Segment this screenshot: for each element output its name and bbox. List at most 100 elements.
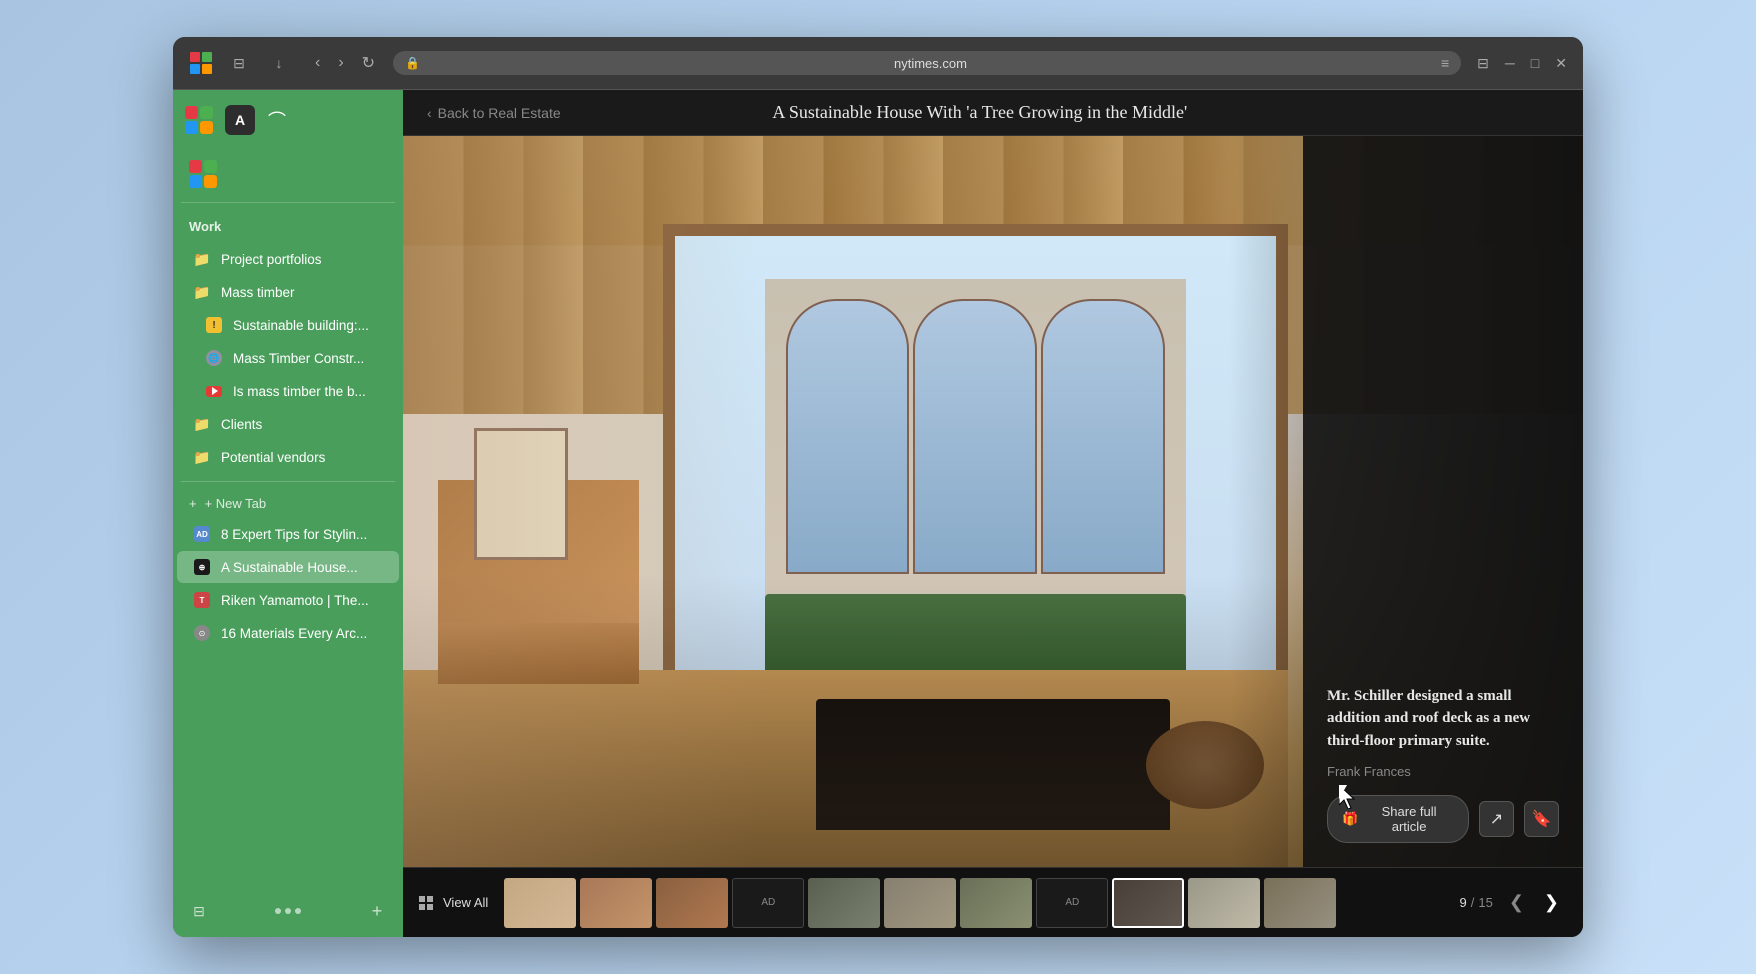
tab-riken-label: Riken Yamamoto | The... (221, 593, 383, 608)
thumbnail-5[interactable] (808, 878, 880, 928)
view-all-button[interactable]: View All (419, 895, 496, 910)
share-label: Share full article (1364, 804, 1454, 834)
reload-button[interactable]: ↻ (356, 51, 381, 75)
sidebar-item-clients-label: Clients (221, 417, 383, 432)
tab-favicon-expert: AD (193, 525, 211, 543)
browser-chrome: ⊟ ↓ ‹ › ↻ 🔒 nytimes.com ≡ ⊟ ─ □ ✕ (173, 37, 1583, 90)
sidebar: A ⌒ Work 📁 (173, 90, 403, 937)
sustainable-building-label: Sustainable building:... (233, 318, 383, 333)
total-pages: 15 (1478, 895, 1492, 910)
close-button[interactable]: ✕ (1551, 51, 1571, 76)
thumbnails-container: AD AD (504, 878, 1451, 928)
image-credit: Frank Frances (1327, 764, 1559, 779)
tab-favicon-riken: T (193, 591, 211, 609)
is-mass-timber-label: Is mass timber the b... (233, 384, 383, 399)
lock-icon: 🔒 (405, 56, 420, 70)
add-tab-footer-button[interactable]: + (359, 893, 395, 929)
sidebar-section-label: Work (173, 215, 403, 242)
back-link[interactable]: ‹ Back to Real Estate (427, 105, 561, 121)
folder-icon-mass-timber: 📁 (193, 283, 211, 301)
thumbnail-2[interactable] (580, 878, 652, 928)
sidebar-footer: ⊟ + (173, 885, 403, 937)
sidebar-item-is-mass-timber[interactable]: Is mass timber the b... (177, 375, 399, 407)
windows-icon[interactable] (185, 47, 217, 79)
sidebar-item-sustainable-building[interactable]: ! Sustainable building:... (177, 309, 399, 341)
sidebar-item-label: Project portfolios (221, 252, 383, 267)
image-caption: Mr. Schiller designed a small addition a… (1327, 685, 1559, 753)
minimize-button[interactable]: ─ (1501, 51, 1519, 76)
youtube-icon (205, 382, 223, 400)
app-icon-rainbow[interactable] (185, 156, 221, 192)
article-title: A Sustainable House With 'a Tree Growing… (772, 102, 1187, 123)
app-icon-arc[interactable]: ⌒ (263, 106, 291, 134)
thumbnail-10[interactable] (1188, 878, 1260, 928)
thumbnail-1[interactable] (504, 878, 576, 928)
download-icon[interactable]: ↓ (261, 45, 297, 81)
sidebar-tab-sustainable-house[interactable]: ⊕ A Sustainable House... (177, 551, 399, 583)
mouse-cursor (1339, 785, 1359, 809)
thumbnail-ad-1[interactable]: AD (732, 878, 804, 928)
image-nav-buttons: ❮ ❯ (1501, 888, 1567, 917)
page-count: 9 / 15 (1459, 895, 1492, 910)
current-page: 9 (1459, 895, 1466, 910)
tab-materials-label: 16 Materials Every Arc... (221, 626, 383, 641)
url-text: nytimes.com (428, 56, 1433, 71)
sidebar-item-mass-timber-constr[interactable]: 🌐 Mass Timber Constr... (177, 342, 399, 374)
sidebar-toggle-btn[interactable]: ⊟ (221, 45, 257, 81)
side-info-panel: Mr. Schiller designed a small addition a… (1303, 136, 1583, 867)
sidebar-collapse-button[interactable]: ⊟ (181, 893, 217, 929)
thumbnail-3[interactable] (656, 878, 728, 928)
address-bar[interactable]: 🔒 nytimes.com ≡ (393, 51, 1461, 75)
sidebar-item-vendors-label: Potential vendors (221, 450, 383, 465)
maximize-button[interactable]: □ (1527, 51, 1543, 76)
thumbnail-ad-2[interactable]: AD (1036, 878, 1108, 928)
tab-favicon-materials: ⊙ (193, 624, 211, 642)
gift-icon: 🎁 (1342, 811, 1358, 827)
sidebar-tab-8-expert-tips[interactable]: AD 8 Expert Tips for Stylin... (177, 518, 399, 550)
plus-icon: + (189, 496, 197, 511)
folder-icon: 📁 (193, 250, 211, 268)
content-area: ‹ Back to Real Estate A Sustainable Hous… (403, 90, 1583, 937)
globe-gray-icon: 🌐 (205, 349, 223, 367)
new-tab-label: + New Tab (205, 496, 267, 511)
forward-button[interactable]: › (332, 51, 349, 75)
sidebar-content: Work 📁 Project portfolios 📁 Mass timber … (173, 207, 403, 885)
tab-expert-tips-label: 8 Expert Tips for Stylin... (221, 527, 383, 542)
view-all-label: View All (443, 895, 488, 910)
sidebar-item-potential-vendors[interactable]: 📁 Potential vendors (177, 441, 399, 473)
address-options[interactable]: ≡ (1441, 55, 1449, 71)
thumbnail-9-active[interactable] (1112, 878, 1184, 928)
mass-timber-constr-label: Mass Timber Constr... (233, 351, 383, 366)
sidebar-item-mass-timber-label: Mass timber (221, 285, 383, 300)
bookmark-icon: 🔖 (1532, 809, 1552, 829)
sidebar-tab-riken-yamamoto[interactable]: T Riken Yamamoto | The... (177, 584, 399, 616)
grid-view-icon (419, 896, 437, 910)
app-icon-a[interactable]: A (225, 105, 255, 135)
image-viewer: Mr. Schiller designed a small addition a… (403, 136, 1583, 867)
article-header: ‹ Back to Real Estate A Sustainable Hous… (403, 90, 1583, 136)
back-link-text: Back to Real Estate (438, 105, 561, 121)
article-actions: 🎁 Share full article ↗ 🔖 (1327, 795, 1559, 843)
tab-sustainable-house-label: A Sustainable House... (221, 560, 383, 575)
sidebar-item-clients[interactable]: 📁 Clients (177, 408, 399, 440)
share-icon-button[interactable]: ↗ (1479, 801, 1514, 837)
new-tab-button[interactable]: + + New Tab (173, 490, 403, 517)
split-view-button[interactable]: ⊟ (1473, 51, 1493, 76)
sidebar-tab-16-materials[interactable]: ⊙ 16 Materials Every Arc... (177, 617, 399, 649)
bookmark-yellow-icon: ! (205, 316, 223, 334)
thumbnail-11[interactable] (1264, 878, 1336, 928)
page-separator: / (1471, 895, 1475, 910)
prev-image-button[interactable]: ❮ (1501, 888, 1532, 917)
thumbnail-6[interactable] (884, 878, 956, 928)
tab-favicon-nyt: ⊕ (193, 558, 211, 576)
next-image-button[interactable]: ❯ (1536, 888, 1567, 917)
back-chevron-icon: ‹ (427, 105, 432, 121)
sidebar-item-mass-timber[interactable]: 📁 Mass timber (177, 276, 399, 308)
thumbnail-7[interactable] (960, 878, 1032, 928)
app-icon-colorful[interactable] (181, 102, 217, 138)
back-button[interactable]: ‹ (309, 51, 326, 75)
thumbnail-strip: View All AD AD (403, 867, 1583, 937)
sidebar-item-project-portfolios[interactable]: 📁 Project portfolios (177, 243, 399, 275)
bookmark-button[interactable]: 🔖 (1524, 801, 1559, 837)
folder-icon-vendors: 📁 (193, 448, 211, 466)
